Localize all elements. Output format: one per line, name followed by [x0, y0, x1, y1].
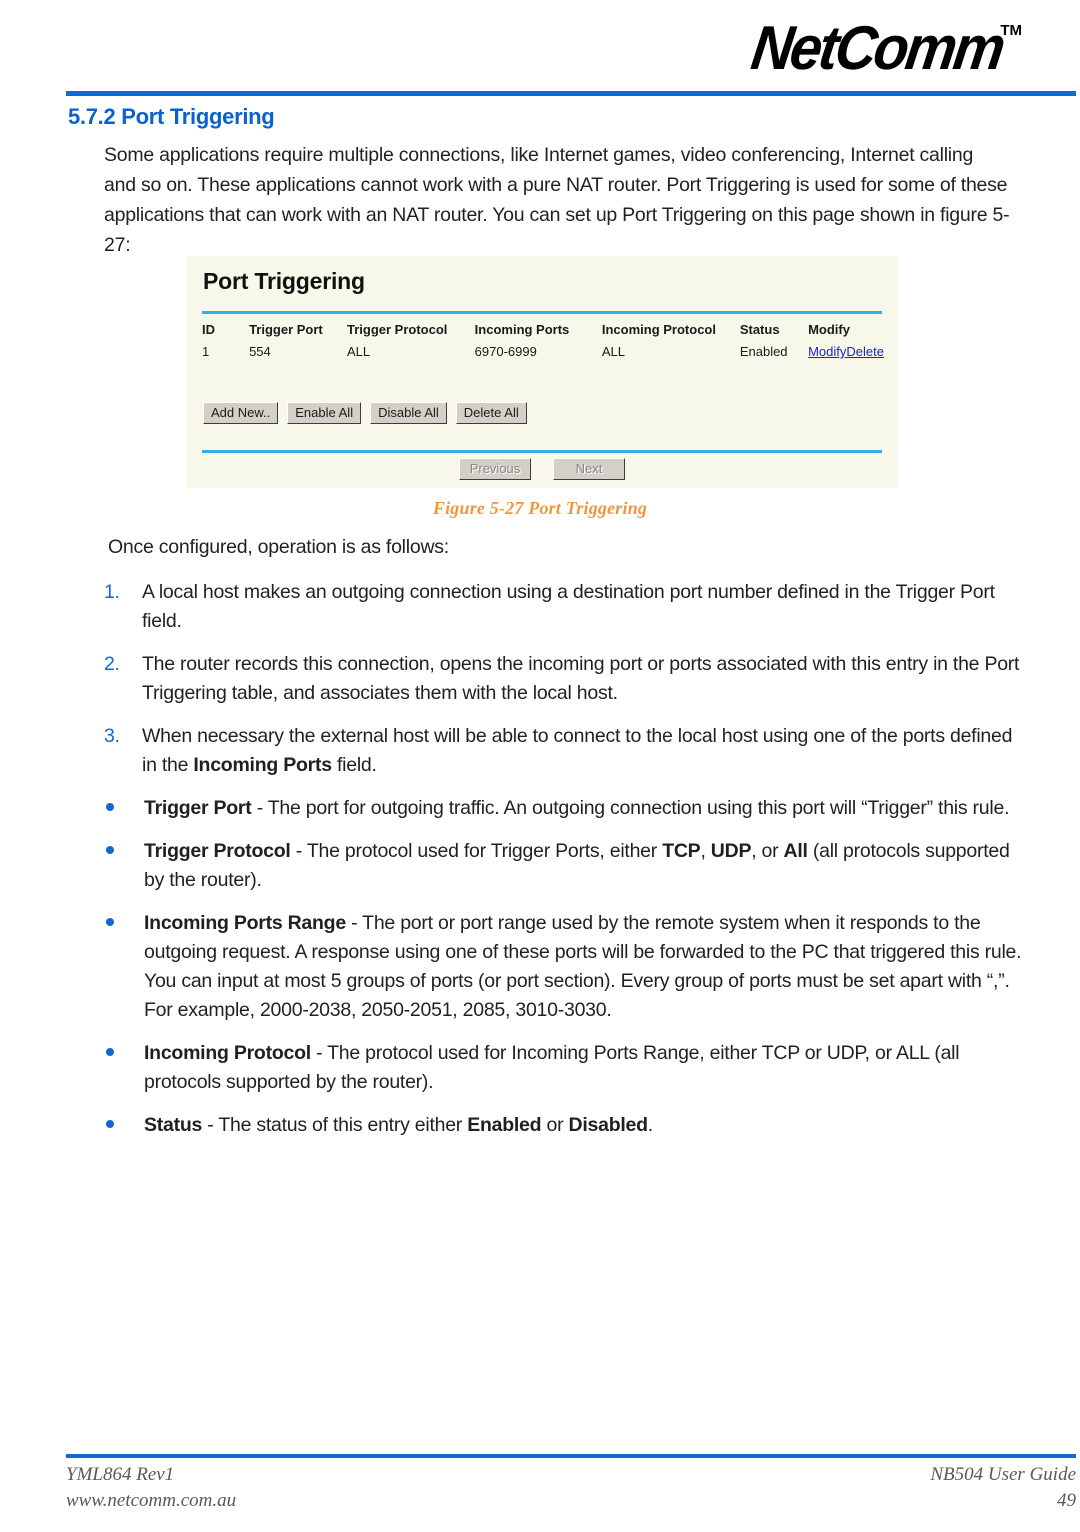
router-ui-divider-top — [202, 311, 882, 314]
list-text-3-term: Incoming Ports — [193, 754, 332, 776]
column-header-trigger-protocol: Trigger Protocol — [347, 322, 448, 337]
desc-trigger-port: - The port for outgoing traffic. An outg… — [251, 797, 1010, 819]
list-text-3-suffix: field. — [331, 754, 377, 776]
page-title: 5.7.2 Port Triggering — [68, 104, 275, 129]
bullet-icon — [104, 837, 144, 895]
previous-button[interactable]: Previous — [459, 458, 531, 480]
header-rule — [66, 91, 1076, 96]
list-marker-1: 1. — [104, 581, 120, 603]
desc-tp-1: - The protocol used for Trigger Ports, e… — [290, 840, 663, 862]
list-text-3: When necessary the external host will be… — [142, 722, 1024, 780]
delete-all-button[interactable]: Delete All — [455, 402, 527, 424]
cell-id: 1 — [202, 344, 210, 359]
status-enabled: Enabled — [467, 1114, 542, 1136]
bullet-text-incoming-protocol: Incoming Protocol - The protocol used fo… — [144, 1039, 1024, 1097]
netcomm-logo: NetComm TM — [726, 14, 1022, 83]
column-header-modify: Modify — [808, 322, 850, 337]
column-header-id: ID — [202, 322, 215, 337]
column-header-status: Status — [739, 322, 780, 337]
list-item: Status - The status of this entry either… — [104, 1111, 1024, 1140]
list-item: 3. When necessary the external host will… — [104, 722, 1024, 780]
figure-caption: Figure 5-27 Port Triggering — [432, 498, 648, 518]
column-header-trigger-port: Trigger Port — [249, 322, 323, 337]
intro-paragraph: Some applications require multiple conne… — [104, 144, 1010, 256]
disable-all-button[interactable]: Disable All — [370, 402, 447, 424]
pagination-buttons: Previous Next — [186, 458, 898, 480]
list-marker-2: 2. — [104, 653, 120, 675]
bullet-icon — [104, 1039, 144, 1097]
bullet-icon — [104, 909, 144, 1025]
page-number: 49 — [1057, 1490, 1076, 1511]
cell-incoming-protocol: ALL — [601, 344, 626, 359]
term-trigger-port: Trigger Port — [144, 797, 252, 819]
footer-rule — [66, 1454, 1076, 1458]
delete-link[interactable]: Delete — [846, 344, 884, 359]
list-text-1: A local host makes an outgoing connectio… — [142, 581, 995, 632]
term-incoming-protocol: Incoming Protocol — [144, 1042, 311, 1064]
list-item: Incoming Protocol - The protocol used fo… — [104, 1039, 1024, 1097]
status-disabled: Disabled — [568, 1114, 649, 1136]
table-action-buttons: Add New.. Enable All Disable All Delete … — [203, 402, 527, 424]
column-header-incoming-protocol: Incoming Protocol — [601, 322, 716, 337]
page-header: NetComm TM — [0, 0, 1080, 96]
column-header-incoming-ports: Incoming Ports — [474, 322, 570, 337]
operation-lead-in: Once configured, operation is as follows… — [108, 536, 449, 558]
footer-doc-id: YML864 Rev1 — [66, 1464, 175, 1485]
router-ui-divider-bottom — [202, 450, 882, 453]
bullet-text-incoming-ports-range: Incoming Ports Range - The port or port … — [144, 909, 1024, 1025]
list-item: 1. A local host makes an outgoing connec… — [104, 578, 1024, 636]
router-ui-screenshot: Port Triggering ID Trigger Port Trigger … — [186, 256, 898, 488]
bullet-text-trigger-protocol: Trigger Protocol - The protocol used for… — [144, 837, 1024, 895]
proto-udp: UDP — [710, 840, 752, 862]
bullet-text-status: Status - The status of this entry either… — [144, 1111, 1024, 1140]
cell-trigger-protocol: ALL — [347, 344, 371, 359]
list-marker-3: 3. — [104, 725, 120, 747]
document-page: NetComm TM 5.7.2 Port Triggering Some ap… — [0, 0, 1080, 1532]
desc-tp-3: , or — [751, 840, 784, 862]
desc-tp-2: , — [700, 840, 711, 862]
list-text-2: The router records this connection, open… — [142, 653, 1020, 704]
desc-status-3: . — [647, 1114, 653, 1136]
cell-incoming-ports: 6970-6999 — [474, 344, 537, 359]
desc-status-2: or — [541, 1114, 569, 1136]
cell-modify-actions: ModifyDelete — [808, 343, 884, 361]
list-item: Trigger Port - The port for outgoing tra… — [104, 794, 1024, 823]
enable-all-button[interactable]: Enable All — [287, 402, 362, 424]
proto-tcp: TCP — [662, 840, 701, 862]
bullet-text-trigger-port: Trigger Port - The port for outgoing tra… — [144, 794, 1024, 823]
next-button[interactable]: Next — [553, 458, 625, 480]
router-ui-title: Port Triggering — [203, 268, 365, 294]
table-row: 1 554 ALL 6970-6999 ALL Enabled ModifyDe… — [202, 343, 884, 361]
bullet-icon — [104, 1111, 144, 1140]
logo-wordmark: NetComm — [746, 14, 1007, 83]
modify-link[interactable]: Modify — [808, 344, 846, 359]
footer-left: YML864 Rev1 www.netcomm.com.au — [66, 1462, 236, 1514]
add-new-button[interactable]: Add New.. — [203, 402, 279, 424]
cell-status: Enabled — [739, 344, 788, 359]
page-footer: YML864 Rev1 www.netcomm.com.au NB504 Use… — [66, 1462, 1076, 1514]
desc-status-1: - The status of this entry either — [202, 1114, 468, 1136]
table-header-row: ID Trigger Port Trigger Protocol Incomin… — [202, 320, 884, 343]
footer-right: NB504 User Guide 49 — [930, 1462, 1076, 1514]
port-triggering-table: ID Trigger Port Trigger Protocol Incomin… — [202, 320, 884, 361]
list-item: Incoming Ports Range - The port or port … — [104, 909, 1024, 1025]
cell-trigger-port: 554 — [249, 344, 271, 359]
intro-paragraph-block: Some applications require multiple conne… — [104, 140, 1010, 260]
list-item: Trigger Protocol - The protocol used for… — [104, 837, 1024, 895]
bullet-icon — [104, 794, 144, 823]
list-item: 2. The router records this connection, o… — [104, 650, 1024, 708]
proto-all: All — [783, 840, 808, 862]
term-incoming-ports-range: Incoming Ports Range — [144, 912, 346, 934]
operation-list: 1. A local host makes an outgoing connec… — [104, 578, 1024, 1154]
term-trigger-protocol: Trigger Protocol — [144, 840, 291, 862]
term-status: Status — [144, 1114, 203, 1136]
footer-guide-name: NB504 User Guide — [930, 1464, 1076, 1485]
footer-website: www.netcomm.com.au — [66, 1490, 237, 1511]
